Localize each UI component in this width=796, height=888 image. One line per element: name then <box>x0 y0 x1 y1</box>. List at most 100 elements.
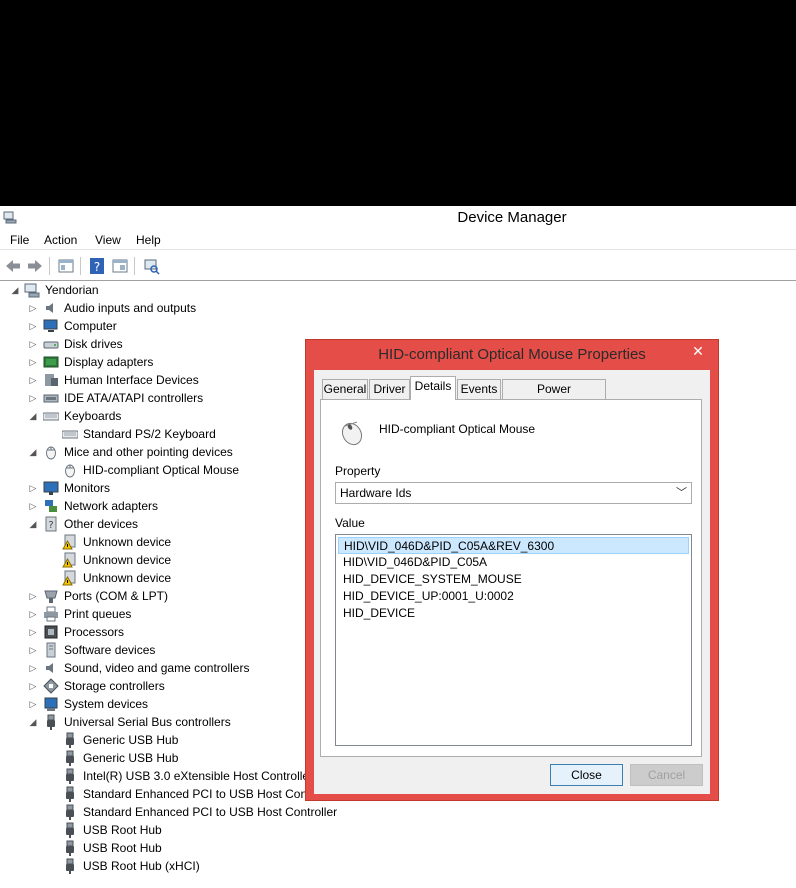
show-hide-console-tree-icon[interactable] <box>57 257 75 275</box>
device-name: HID-compliant Optical Mouse <box>379 422 536 436</box>
tree-item[interactable]: Unknown device <box>0 569 340 587</box>
tree-item[interactable]: ▷ Processors <box>0 623 340 641</box>
tree-item[interactable]: Generic USB Hub <box>0 749 340 767</box>
back-arrow-icon[interactable] <box>4 257 22 275</box>
collapse-arrow-icon[interactable]: ◢ <box>10 281 20 299</box>
tree-item[interactable]: ▷ Computer <box>0 317 340 335</box>
tree-item[interactable]: ▷ Sound, video and game controllers <box>0 659 340 677</box>
menu-file[interactable]: File <box>10 233 29 247</box>
property-dropdown[interactable]: Hardware Ids ﹀ <box>335 482 692 504</box>
menu-view[interactable]: View <box>95 233 121 247</box>
tree-item[interactable]: USB Root Hub <box>0 839 340 857</box>
expand-arrow-icon[interactable]: ▷ <box>28 479 38 497</box>
expand-arrow-icon[interactable]: ▷ <box>28 605 38 623</box>
tab-power-management[interactable]: Power Management <box>502 379 606 414</box>
tree-item-label: Computer <box>64 319 117 333</box>
tree-item-label: Human Interface Devices <box>64 373 199 387</box>
value-list-item[interactable]: HID\VID_046D&PID_C05A&REV_6300 <box>338 537 689 554</box>
tree-item[interactable]: ▷ System devices <box>0 695 340 713</box>
collapse-arrow-icon[interactable]: ◢ <box>28 713 38 731</box>
tree-item[interactable]: ▷ Disk drives <box>0 335 340 353</box>
dialog-close-button[interactable]: ✕ <box>681 341 715 361</box>
forward-arrow-icon[interactable] <box>26 257 44 275</box>
tree-item[interactable]: Unknown device <box>0 533 340 551</box>
tree-item[interactable]: Standard Enhanced PCI to USB Host Contro… <box>0 803 340 821</box>
tree-item[interactable]: Intel(R) USB 3.0 eXtensible Host Control… <box>0 767 340 785</box>
expand-arrow-icon[interactable]: ▷ <box>28 335 38 353</box>
tree-item[interactable]: ▷ Ports (COM & LPT) <box>0 587 340 605</box>
tree-item-label: Sound, video and game controllers <box>64 661 250 675</box>
scan-hardware-icon[interactable] <box>142 257 160 275</box>
tree-item-label: Unknown device <box>83 535 172 549</box>
expand-arrow-icon[interactable]: ▷ <box>28 623 38 641</box>
property-dropdown-value: Hardware Ids <box>340 486 412 500</box>
properties-icon[interactable] <box>111 257 129 275</box>
tree-item[interactable]: USB Root Hub (xHCI) <box>0 857 340 875</box>
menu-help[interactable]: Help <box>136 233 161 247</box>
tree-item[interactable]: Generic USB Hub <box>0 731 340 749</box>
tree-item[interactable]: ◢? Other devices <box>0 515 340 533</box>
cancel-button[interactable]: Cancel <box>630 764 703 786</box>
tree-root[interactable]: ◢ Yendorian <box>0 281 200 299</box>
tab-details[interactable]: Details <box>410 376 456 400</box>
expand-arrow-icon[interactable]: ▷ <box>28 299 38 317</box>
tree-item[interactable]: ▷ Human Interface Devices <box>0 371 340 389</box>
collapse-arrow-icon[interactable]: ◢ <box>28 515 38 533</box>
tree-item[interactable]: ▷ Audio inputs and outputs <box>0 299 340 317</box>
tree-item[interactable]: USB Root Hub <box>0 821 340 839</box>
tree-item[interactable]: ▷ Display adapters <box>0 353 340 371</box>
expand-arrow-icon[interactable]: ▷ <box>28 695 38 713</box>
processor-icon <box>44 625 58 639</box>
tree-item[interactable]: ▷ Print queues <box>0 605 340 623</box>
collapse-arrow-icon[interactable]: ◢ <box>28 443 38 461</box>
tree-item-label: HID-compliant Optical Mouse <box>83 463 240 477</box>
menu-action[interactable]: Action <box>44 233 77 247</box>
keyboard-icon <box>43 412 59 421</box>
tab-driver[interactable]: Driver <box>369 379 410 399</box>
tab-events[interactable]: Events <box>457 379 501 399</box>
tree-item[interactable]: ▷ IDE ATA/ATAPI controllers <box>0 389 340 407</box>
tab-general[interactable]: General <box>322 379 368 399</box>
tree-item-label: Processors <box>64 625 125 639</box>
hid-icon <box>45 374 58 386</box>
menu-bar: File Action View Help <box>0 230 796 250</box>
help-icon[interactable]: ? <box>88 257 106 275</box>
tree-item-label: Unknown device <box>83 571 172 585</box>
tree-item[interactable]: Standard PS/2 Keyboard <box>0 425 340 443</box>
tree-item[interactable]: ▷ Software devices <box>0 641 340 659</box>
printer-icon <box>44 606 58 622</box>
expand-arrow-icon[interactable]: ▷ <box>28 317 38 335</box>
tree-item[interactable]: ◢ Mice and other pointing devices <box>0 443 340 461</box>
svg-text:?: ? <box>48 520 53 531</box>
tree-item[interactable]: ◢ Universal Serial Bus controllers <box>0 713 340 731</box>
tree-item-label: Disk drives <box>64 337 123 351</box>
title-bar[interactable]: Device Manager <box>0 206 796 230</box>
value-list-item[interactable]: HID_DEVICE_SYSTEM_MOUSE <box>338 571 689 588</box>
expand-arrow-icon[interactable]: ▷ <box>28 353 38 371</box>
tree-item[interactable]: ▷ Network adapters <box>0 497 340 515</box>
value-list-item[interactable]: HID_DEVICE <box>338 605 689 622</box>
toolbar-separator <box>134 257 135 275</box>
collapse-arrow-icon[interactable]: ◢ <box>28 407 38 425</box>
expand-arrow-icon[interactable]: ▷ <box>28 371 38 389</box>
expand-arrow-icon[interactable]: ▷ <box>28 677 38 695</box>
display-adapter-icon <box>43 356 59 368</box>
tree-item[interactable]: Standard Enhanced PCI to USB Host Contro… <box>0 785 340 803</box>
tree-root-label: Yendorian <box>45 283 99 297</box>
expand-arrow-icon[interactable]: ▷ <box>28 389 38 407</box>
expand-arrow-icon[interactable]: ▷ <box>28 641 38 659</box>
tree-item[interactable]: Unknown device <box>0 551 340 569</box>
value-list-item[interactable]: HID\VID_046D&PID_C05A <box>338 554 689 571</box>
close-button[interactable]: Close <box>550 764 623 786</box>
value-list[interactable]: HID\VID_046D&PID_C05A&REV_6300 HID\VID_0… <box>335 534 692 746</box>
tree-item[interactable]: ◢ Keyboards <box>0 407 340 425</box>
tree-item[interactable]: ▷ Monitors <box>0 479 340 497</box>
expand-arrow-icon[interactable]: ▷ <box>28 497 38 515</box>
monitor-icon <box>43 481 59 495</box>
tree-item[interactable]: HID-compliant Optical Mouse <box>0 461 340 479</box>
expand-arrow-icon[interactable]: ▷ <box>28 659 38 677</box>
speaker-icon <box>46 663 53 673</box>
tree-item[interactable]: ▷ Storage controllers <box>0 677 340 695</box>
expand-arrow-icon[interactable]: ▷ <box>28 587 38 605</box>
value-list-item[interactable]: HID_DEVICE_UP:0001_U:0002 <box>338 588 689 605</box>
